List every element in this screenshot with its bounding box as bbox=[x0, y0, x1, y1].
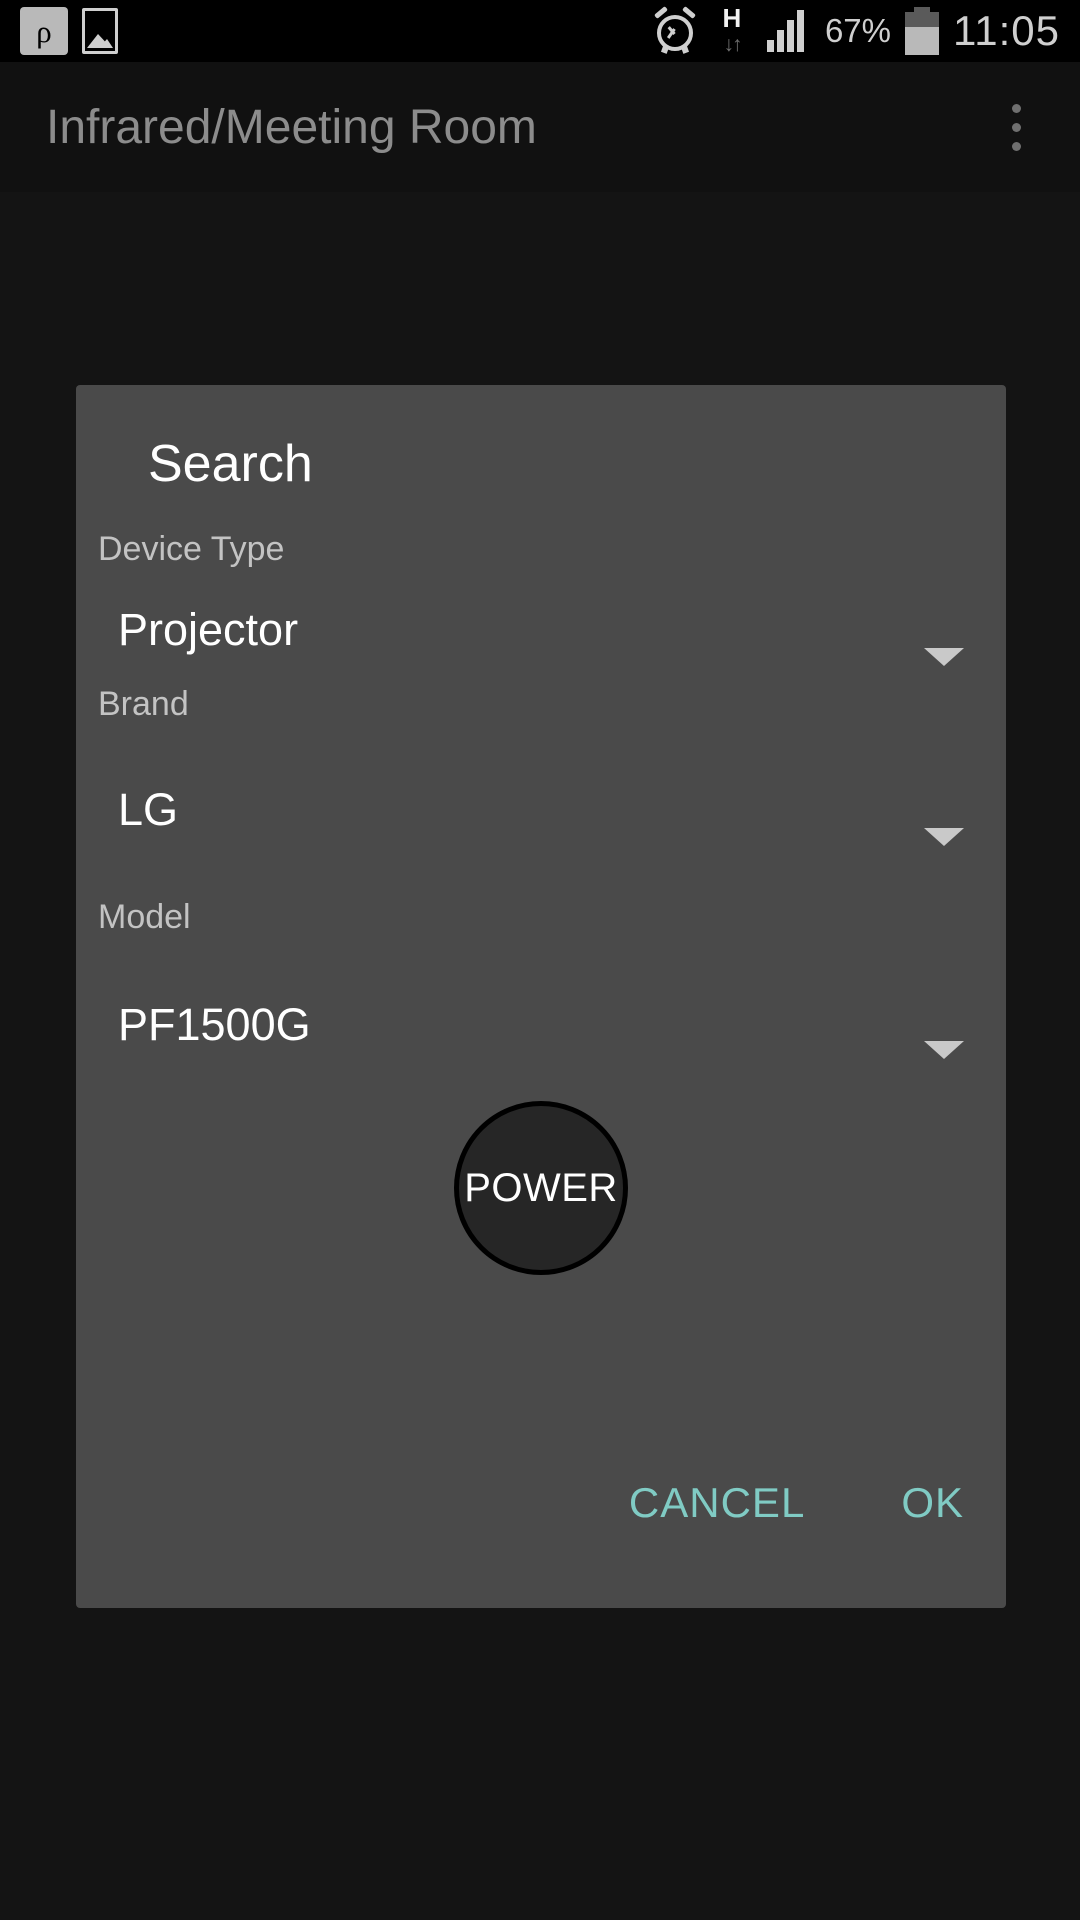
phone-screen: ρ H ↓↑ 67% 11:05 Infrared/Meeting Room S… bbox=[0, 0, 1080, 1920]
page-title: Infrared/Meeting Room bbox=[46, 100, 537, 154]
dialog-title: Search bbox=[148, 435, 313, 493]
network-type-label: H bbox=[722, 3, 742, 33]
data-transfer-arrows-icon: ↓↑ bbox=[723, 33, 742, 56]
model-label: Model bbox=[98, 898, 191, 936]
overflow-menu-icon[interactable] bbox=[986, 82, 1046, 172]
chevron-down-icon[interactable] bbox=[924, 648, 964, 666]
status-bar-clock: 11:05 bbox=[953, 7, 1060, 54]
action-bar: Infrared/Meeting Room bbox=[0, 62, 1080, 192]
cancel-button[interactable]: CANCEL bbox=[629, 1479, 805, 1527]
chevron-down-icon[interactable] bbox=[924, 1041, 964, 1059]
brand-label: Brand bbox=[98, 685, 189, 723]
app-logo-p-icon: ρ bbox=[20, 7, 68, 55]
status-bar-notifications: ρ bbox=[0, 7, 118, 55]
signal-bars-icon bbox=[766, 10, 811, 52]
search-dialog: Search Device Type Projector Brand LG Mo… bbox=[76, 385, 1006, 1608]
chevron-down-icon[interactable] bbox=[924, 828, 964, 846]
alarm-clock-icon bbox=[653, 6, 697, 54]
device-type-spinner-value[interactable]: Projector bbox=[118, 605, 298, 655]
status-bar: ρ H ↓↑ 67% 11:05 bbox=[0, 0, 1080, 62]
ok-button[interactable]: OK bbox=[901, 1479, 964, 1527]
model-spinner-value[interactable]: PF1500G bbox=[118, 1000, 311, 1050]
status-bar-system-icons: H ↓↑ 67% 11:05 bbox=[653, 3, 1080, 56]
battery-icon bbox=[905, 7, 939, 55]
power-button-label: POWER bbox=[464, 1165, 618, 1210]
brand-spinner-value[interactable]: LG bbox=[118, 785, 178, 835]
network-hspa-icon: H ↓↑ bbox=[711, 3, 753, 56]
battery-percent-label: 67% bbox=[824, 12, 891, 49]
device-type-label: Device Type bbox=[98, 530, 285, 568]
power-button[interactable]: POWER bbox=[454, 1101, 628, 1275]
image-icon bbox=[82, 8, 118, 54]
dialog-action-row: CANCEL OK bbox=[76, 1468, 1006, 1538]
